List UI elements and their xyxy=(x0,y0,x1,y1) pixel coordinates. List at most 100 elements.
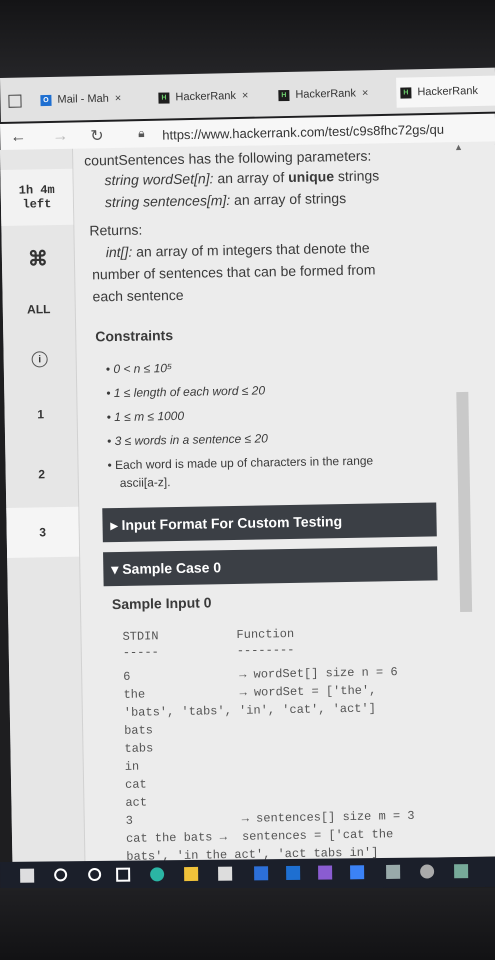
lock-icon: 🔒︎ xyxy=(138,125,145,141)
app-icon[interactable] xyxy=(420,864,435,879)
param-text: an array of strings xyxy=(233,189,347,208)
constraints-heading: Constraints xyxy=(95,327,174,345)
params-heading: countSentences has the following paramet… xyxy=(84,147,372,169)
returns-line-2: number of sentences that can be formed f… xyxy=(92,261,376,283)
task-view-icon[interactable] xyxy=(116,867,131,882)
code-line-stdin: the xyxy=(123,687,146,702)
param-text: an array of xyxy=(217,168,289,187)
param-text: strings xyxy=(333,167,380,185)
code-line-function: sentences = ['cat the xyxy=(241,827,394,844)
outlook-icon[interactable] xyxy=(286,865,301,881)
code-line-stdin: 'bats', 'tabs', 'in', 'cat', 'act'] xyxy=(123,701,376,720)
param-sentences: string sentences[m]: an array of strings xyxy=(105,190,346,210)
reload-icon[interactable]: ↻ xyxy=(90,126,104,146)
tab-hackerrank-active[interactable]: H HackerRank xyxy=(396,75,495,108)
tab-hackerrank-2[interactable]: H HackerRank × xyxy=(278,78,389,110)
code-line-stdin: cat the bats → xyxy=(125,830,227,846)
forward-arrow-icon[interactable]: → xyxy=(52,128,68,146)
tab-label: HackerRank xyxy=(417,84,479,99)
returns-label: Returns: xyxy=(89,221,143,239)
timer-value: 1h 4m xyxy=(18,183,55,198)
back-arrow-icon[interactable]: ← xyxy=(10,128,26,146)
todo-icon[interactable] xyxy=(350,865,365,880)
all-label: ALL xyxy=(26,302,51,317)
function-dashes: -------- xyxy=(236,642,295,658)
tab-label: Mail - Mah xyxy=(57,92,109,106)
param-word-set: string wordSet[n]: an array of unique st… xyxy=(104,167,379,188)
code-line-function: → wordSet[] size n = 6 xyxy=(239,665,398,682)
sidebar-question-1[interactable]: 1 xyxy=(4,389,77,440)
caret-right-icon: ▸ xyxy=(110,516,122,533)
url-input[interactable]: https://www.hackerrank.com/test/c9s8fhc7… xyxy=(162,122,444,143)
tab-mail[interactable]: O Mail - Mah × xyxy=(40,83,151,115)
sample-case-toggle[interactable]: ▾ Sample Case 0 xyxy=(103,546,438,587)
constraint-5-cont: ascii[a-z]. xyxy=(119,475,171,490)
code-line-stdin: tabs xyxy=(124,741,154,756)
time-left: 1h 4m left xyxy=(0,168,74,226)
stdin-header: STDIN xyxy=(122,629,159,644)
code-line-stdin: cat xyxy=(124,777,147,792)
constraint-text: 1 ≤ m ≤ 1000 xyxy=(114,408,185,425)
screen-bezel-bottom xyxy=(0,888,495,960)
sidebar-item-all[interactable]: ALL xyxy=(2,289,75,330)
problem-content: countSentences has the following paramet… xyxy=(80,142,472,864)
function-header: Function xyxy=(236,626,295,642)
hackerrank-icon: H xyxy=(400,86,412,99)
returns-line-3: each sentence xyxy=(92,286,184,305)
tab-close-icon[interactable]: × xyxy=(242,90,249,102)
returns-type: int[]: xyxy=(105,243,133,261)
search-icon[interactable] xyxy=(54,868,68,882)
edge-icon[interactable] xyxy=(150,867,165,882)
tab-menu-icon[interactable] xyxy=(8,86,22,116)
constraint-text: Each word is made up of characters in th… xyxy=(114,453,374,473)
question-number: 2 xyxy=(38,467,46,482)
code-line-stdin: 6 xyxy=(123,669,131,684)
tab-hackerrank-1[interactable]: H HackerRank × xyxy=(158,80,269,112)
bar-label: Input Format For Custom Testing xyxy=(121,513,343,533)
param-prefix: string sentences[m]: xyxy=(104,191,231,211)
hackerrank-icon: H xyxy=(278,89,290,101)
constraint-4: • 3 ≤ words in a sentence ≤ 20 xyxy=(106,431,269,449)
question-sidebar: 1h 4m left ⌘ ALL i 1 2 3 xyxy=(0,148,86,865)
question-number: 3 xyxy=(39,525,47,540)
code-line-stdin: act xyxy=(125,795,148,810)
caret-down-icon: ▾ xyxy=(111,560,123,577)
windows-start-icon[interactable] xyxy=(20,868,35,883)
param-prefix: string wordSet[n]: xyxy=(104,170,214,189)
info-icon[interactable]: i xyxy=(3,334,76,385)
input-format-toggle[interactable]: ▸ Input Format For Custom Testing xyxy=(102,502,437,543)
app-icon[interactable] xyxy=(386,864,401,879)
windows-taskbar xyxy=(0,856,495,892)
outlook-icon: O xyxy=(40,94,52,106)
code-line-function: → sentences[] size m = 3 xyxy=(241,808,415,826)
store-icon[interactable] xyxy=(218,866,233,881)
scroll-up-icon[interactable]: ▲ xyxy=(454,142,463,152)
sidebar-question-3[interactable]: 3 xyxy=(6,506,80,558)
code-line-stdin: in xyxy=(124,759,140,774)
stdin-dashes: ----- xyxy=(122,645,159,660)
page-area: 1h 4m left ⌘ ALL i 1 2 3 countSentences … xyxy=(0,141,495,865)
sample-input-label: Sample Input 0 xyxy=(111,594,212,613)
returns-text: an array of m integers that denote the xyxy=(136,239,370,260)
code-line-stdin: 3 xyxy=(125,813,134,828)
constraint-2: • 1 ≤ length of each word ≤ 20 xyxy=(106,383,266,401)
code-line-function: → wordSet = ['the', xyxy=(239,683,377,700)
mail-icon[interactable] xyxy=(254,866,269,881)
tab-label: HackerRank xyxy=(175,90,237,104)
question-number: 1 xyxy=(37,407,45,422)
visual-studio-icon[interactable] xyxy=(318,865,333,880)
timer-label: left xyxy=(22,197,52,212)
tab-close-icon[interactable]: × xyxy=(362,87,369,99)
tab-label: HackerRank xyxy=(295,87,357,101)
scrollbar-thumb[interactable] xyxy=(456,391,473,613)
constraint-text: 1 ≤ length of each word ≤ 20 xyxy=(113,383,266,401)
command-icon[interactable]: ⌘ xyxy=(1,233,74,284)
sidebar-question-2[interactable]: 2 xyxy=(5,449,78,500)
tab-close-icon[interactable]: × xyxy=(115,92,122,104)
constraint-5: • Each word is made up of characters in … xyxy=(107,453,374,473)
cortana-icon[interactable] xyxy=(88,867,102,882)
app-icon[interactable] xyxy=(454,864,469,879)
returns-line-1: int[]: an array of m integers that denot… xyxy=(106,240,370,261)
constraint-text: 0 < n ≤ 10⁵ xyxy=(113,361,173,377)
file-explorer-icon[interactable] xyxy=(184,866,199,882)
